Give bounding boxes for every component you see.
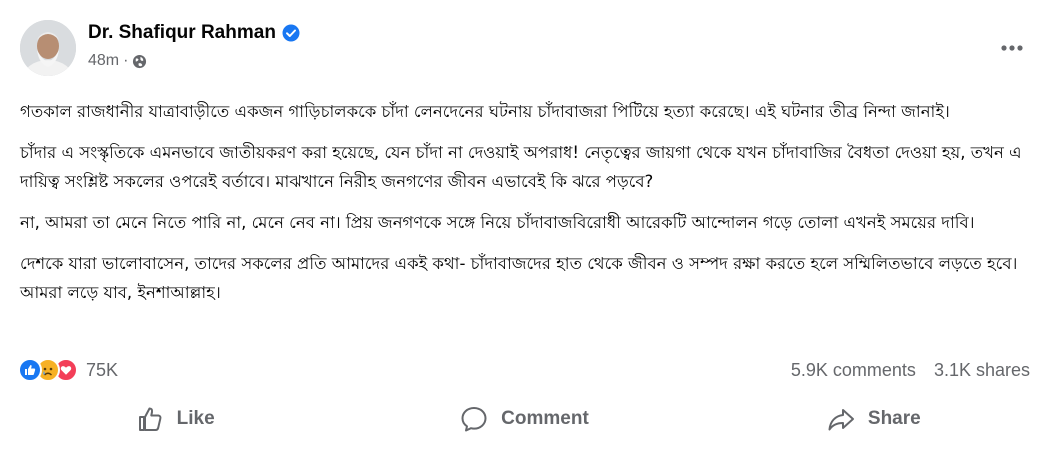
share-arrow-icon	[828, 409, 854, 431]
globe-icon[interactable]	[132, 54, 147, 69]
author-avatar[interactable]	[20, 20, 76, 76]
engagement-counts: 5.9K comments 3.1K shares	[791, 360, 1030, 381]
post-action-bar: Like Comment Share	[0, 396, 1048, 442]
more-options-button[interactable]	[994, 30, 1030, 66]
post-paragraph-1: গতকাল রাজধানীর যাত্রাবাড়ীতে একজন গাড়িচ…	[20, 102, 950, 121]
like-reaction-icon	[18, 358, 42, 382]
thumbs-up-icon	[138, 407, 162, 431]
share-button[interactable]: Share	[699, 396, 1048, 442]
reactions-summary[interactable]: 75K	[18, 358, 118, 382]
author-name-text[interactable]: Dr. Shafiqur Rahman	[88, 22, 276, 44]
post-time[interactable]: 48m	[88, 52, 119, 70]
comment-label: Comment	[501, 408, 589, 429]
post-header: Dr. Shafiqur Rahman 48m ·	[20, 20, 1030, 80]
comments-count[interactable]: 5.9K comments	[791, 360, 916, 381]
author-name[interactable]: Dr. Shafiqur Rahman	[88, 22, 300, 44]
meta-separator: ·	[123, 52, 129, 69]
post-meta: 48m ·	[88, 52, 147, 70]
post-paragraph-3: না, আমরা তা মেনে নিতে পারি না, মেনে নেব …	[20, 213, 975, 232]
post-paragraph-2: চাঁদার এ সংস্কৃতিকে এমনভাবে জাতীয়করণ কর…	[20, 143, 1022, 191]
share-label: Share	[867, 408, 921, 429]
comment-button[interactable]: Comment	[349, 396, 698, 442]
post-paragraph-4: দেশকে যারা ভালোবাসেন, তাদের সকলের প্রতি …	[20, 254, 1018, 302]
post-stats: 75K 5.9K comments 3.1K shares	[18, 358, 1030, 388]
reactions-count[interactable]: 75K	[86, 360, 118, 381]
comment-bubble-icon	[461, 407, 487, 432]
avatar-image	[20, 20, 76, 76]
post-text: গতকাল রাজধানীর যাত্রাবাড়ীতে একজন গাড়িচ…	[20, 97, 1035, 319]
like-label: Like	[176, 408, 215, 429]
verified-badge-icon	[282, 24, 300, 42]
more-dots-icon	[1001, 45, 1023, 51]
shares-count[interactable]: 3.1K shares	[934, 360, 1030, 381]
like-button[interactable]: Like	[0, 396, 349, 442]
